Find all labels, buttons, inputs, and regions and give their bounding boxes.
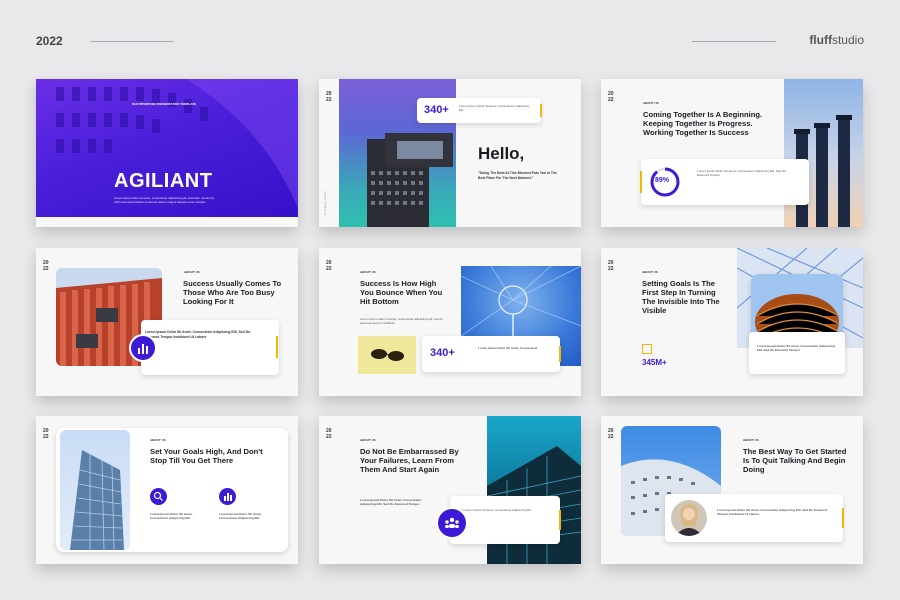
slide-body: Lorem Ipsum Dolor Sit Amet, Consectetur …	[360, 498, 422, 507]
stat-number: 345M+	[642, 358, 667, 367]
highlight-bar	[640, 171, 642, 193]
slide-cover[interactable]: MULTIPURPOSE PRESENTATION TEMPLATE AGILI…	[36, 79, 298, 227]
slide-year: 20 22	[326, 260, 332, 272]
slide-set-goals[interactable]: 20 22 ABOUT US Set Your Goals High, And D…	[36, 416, 298, 564]
kicker: ABOUT US	[360, 438, 376, 442]
slide-body: Lorem ipsum dolor sit amet, consectetur …	[360, 317, 443, 326]
stat-text: Lorem Ipsum Dolor Sit Amet, Consectetur …	[459, 104, 529, 113]
stat-text: Lorem Ipsum Dolor Sit Amet, Consectetur	[478, 346, 538, 350]
slide-title: Setting Goals Is The First Step In Turni…	[642, 279, 720, 316]
column-text-2: Lorem Ipsum Dolor Sit Amet, Consectetur …	[219, 512, 262, 521]
search-icon	[150, 488, 167, 505]
header-line-right	[692, 41, 776, 42]
stat-card: 340+ Lorem Ipsum Dolor Sit Amet, Consect…	[422, 336, 561, 372]
stat-card: 340+ Lorem Ipsum Dolor Sit Amet, Consect…	[417, 98, 542, 123]
cover-title: AGILIANT	[114, 170, 213, 192]
hello-quote: "Doing The Best At This Moment Puts You …	[478, 171, 557, 180]
kicker: ABOUT US	[150, 438, 166, 442]
card-text: Lorem Ipsum Dolor Sit Amet, Consectetur …	[145, 330, 251, 339]
kicker: ABOUT US	[360, 270, 376, 274]
progress-ring: 89%	[649, 166, 681, 198]
card-text: Lorem Ipsum Dolor Sit Amet, Consectetur …	[717, 508, 827, 517]
cover-kicker: MULTIPURPOSE PRESENTATION TEMPLATE	[132, 102, 197, 106]
highlight-bar	[276, 336, 278, 358]
slide-success-bounce[interactable]: 20 22 ABOUT US Success Is How High You Bo…	[319, 248, 581, 396]
column-text-1: Lorem Ipsum Dolor Sit Amet, Consectetur …	[150, 512, 193, 521]
stat-number: 340+	[430, 347, 455, 359]
info-card: Lorem Ipsum Dolor Sit Amet, Consectetur …	[749, 332, 845, 374]
highlight-bar	[559, 510, 561, 530]
cover-body: Lorem ipsum dolor sit amet, consectetur …	[114, 196, 215, 205]
highlight-bar	[842, 508, 844, 528]
highlight-bar	[559, 346, 561, 362]
slide-setting-goals[interactable]: 20 22 ABOUT US Setting Goals Is The First…	[601, 248, 863, 396]
stat-number: 340+	[424, 104, 449, 116]
slide-year: 20 22	[608, 260, 614, 272]
team-icon	[436, 507, 468, 539]
sunglasses-photo	[358, 336, 416, 374]
slide-title: The Best Way To Get Started Is To Quit T…	[743, 447, 847, 475]
brand-logo: fluffstudio	[809, 33, 864, 47]
company-name-vertical: Company Name	[323, 190, 327, 215]
kicker: ABOUT US	[642, 270, 658, 274]
slide-success-comes[interactable]: 20 22 ABOUT US Success Usually Comes To T…	[36, 248, 298, 396]
progress-value: 89%	[655, 177, 670, 184]
avatar	[671, 500, 707, 536]
slide-year: 20 22	[608, 428, 614, 440]
chart-icon	[129, 334, 157, 362]
card-text: Lorem Ipsum Dolor Sit Amet, Consectetur …	[697, 169, 787, 178]
tower-photo	[60, 430, 130, 550]
slide-year: 20 22	[608, 91, 614, 103]
slide-year: 20 22	[326, 428, 332, 440]
kicker: ABOUT US	[643, 101, 659, 105]
slide-year: 20 22	[326, 91, 332, 103]
header-year: 2022	[36, 34, 63, 48]
box-icon	[642, 344, 652, 354]
slide-coming-together[interactable]: 20 22 ABOUT US Coming Together Is A Begin…	[601, 79, 863, 227]
slide-title: Coming Together Is A Beginning. Keeping …	[643, 110, 763, 138]
kicker: ABOUT US	[184, 270, 200, 274]
card-text: Lorem Ipsum Dolor Sit Amet, Consectetur …	[757, 344, 835, 353]
card-text: Lorem Ipsum Dolor Sit Amet, Consectetur …	[456, 508, 531, 512]
hello-title: Hello,	[478, 144, 525, 163]
slide-hello[interactable]: 20 22 Company Name 340+ Lorem Ipsum Dolor…	[319, 79, 581, 227]
slide-year: 20 22	[43, 260, 49, 272]
slide-title: Success Usually Comes To Those Who Are T…	[183, 279, 282, 307]
highlight-bar	[540, 104, 542, 117]
slide-title: Success Is How High You Bounce When You …	[360, 279, 443, 307]
progress-card: 89% Lorem Ipsum Dolor Sit Amet, Consecte…	[641, 159, 809, 205]
slide-not-embarrassed[interactable]: 20 22 ABOUT US Do Not Be Embarrassed By Y…	[319, 416, 581, 564]
slide-best-way[interactable]: 20 22 ABOUT US The Best Way To Get Starte…	[601, 416, 863, 564]
slide-year: 20 22	[43, 428, 49, 440]
slide-title: Do Not Be Embarrassed By Your Failures, …	[360, 447, 459, 475]
bar-chart-icon	[219, 488, 236, 505]
slide-title: Set Your Goals High, And Don't Stop Till…	[150, 447, 263, 466]
kicker: ABOUT US	[743, 438, 759, 442]
info-card: Lorem Ipsum Dolor Sit Amet, Consectetur …	[141, 320, 279, 375]
header-line-left	[90, 41, 174, 42]
